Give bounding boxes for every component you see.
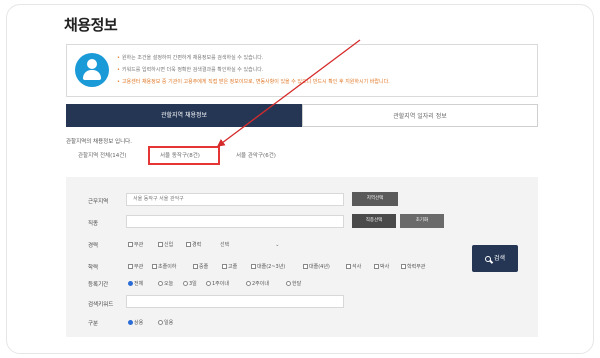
education-option-1[interactable]: 초졸이하 (152, 263, 176, 270)
type-option-daily[interactable]: 일용 (158, 319, 173, 326)
education-label: 학력 (88, 265, 99, 271)
job-reset-button[interactable]: 초기화 (400, 214, 444, 228)
tab-regional-work-info[interactable]: 관할지역 일자리 정보 (302, 104, 538, 127)
period-label: 등록기간 (88, 282, 109, 288)
keyword-input[interactable] (126, 295, 344, 308)
job-select-button[interactable]: 직종선택 (352, 214, 396, 228)
tab-regional-jobs[interactable]: 관할지역 채용정보 (66, 104, 302, 127)
region-title: 관할지역의 채용정보 입니다. (66, 139, 132, 145)
info-line-3: • 고용센터 채용정보 중 기관이 고용주에게 직접 받은 정보이므로, 변동사항… (117, 79, 390, 85)
career-option-any[interactable]: 무관 (128, 241, 143, 248)
type-label: 구분 (88, 321, 99, 327)
period-option-3[interactable]: 1주이내 (206, 280, 229, 287)
period-option-0[interactable]: 전체 (128, 280, 143, 287)
education-option-5[interactable]: 대졸(4년) (303, 263, 330, 270)
education-option-4[interactable]: 대졸(2~3년) (251, 263, 285, 270)
job-input[interactable] (126, 215, 344, 228)
search-button[interactable]: 검색 (472, 245, 518, 272)
education-option-0[interactable]: 무관 (128, 263, 143, 270)
career-option-new[interactable]: 신입 (158, 241, 173, 248)
region-link-all[interactable]: 관할지역 전체(14건) (78, 151, 126, 159)
period-option-5[interactable]: 한달 (286, 280, 301, 287)
region-link-gwanak[interactable]: 서울 관악구(6건) (236, 151, 276, 159)
education-option-7[interactable]: 박사 (374, 263, 389, 270)
period-option-2[interactable]: 3일 (183, 280, 197, 287)
education-option-3[interactable]: 고졸 (222, 263, 237, 270)
career-label: 경력 (88, 243, 99, 249)
user-avatar-icon (75, 53, 109, 87)
tab-bar: 관할지역 채용정보 관할지역 일자리 정보 (66, 104, 538, 127)
keyword-label: 검색키워드 (88, 302, 114, 308)
info-line-1: • 원하는 조건을 설정하여 간편하게 채용정보를 검색하실 수 있습니다. (117, 55, 264, 61)
location-label: 근무지역 (88, 199, 109, 205)
period-option-1[interactable]: 오늘 (158, 280, 173, 287)
location-input[interactable]: 서울 동작구 서울 관악구 (126, 193, 344, 206)
search-icon (484, 255, 491, 262)
type-option-regular[interactable]: 상용 (128, 319, 143, 326)
period-option-4[interactable]: 2주이내 (246, 280, 269, 287)
info-line-2: • 키워드를 입력하시면 더욱 정확한 검색결과를 확인하실 수 있습니다. (117, 67, 264, 73)
education-option-8[interactable]: 학력무관 (401, 263, 425, 270)
career-select[interactable]: 선택 ⌄ (220, 241, 279, 248)
highlight-box (148, 146, 220, 165)
career-option-exp[interactable]: 경력 (186, 241, 201, 248)
page-title: 채용정보 (64, 16, 118, 34)
info-box: • 원하는 조건을 설정하여 간편하게 채용정보를 검색하실 수 있습니다. • 키… (66, 44, 538, 97)
job-label: 직종 (88, 221, 99, 227)
education-option-2[interactable]: 중졸 (193, 263, 208, 270)
location-select-button[interactable]: 지역선택 (352, 192, 398, 206)
education-option-6[interactable]: 석사 (346, 263, 361, 270)
